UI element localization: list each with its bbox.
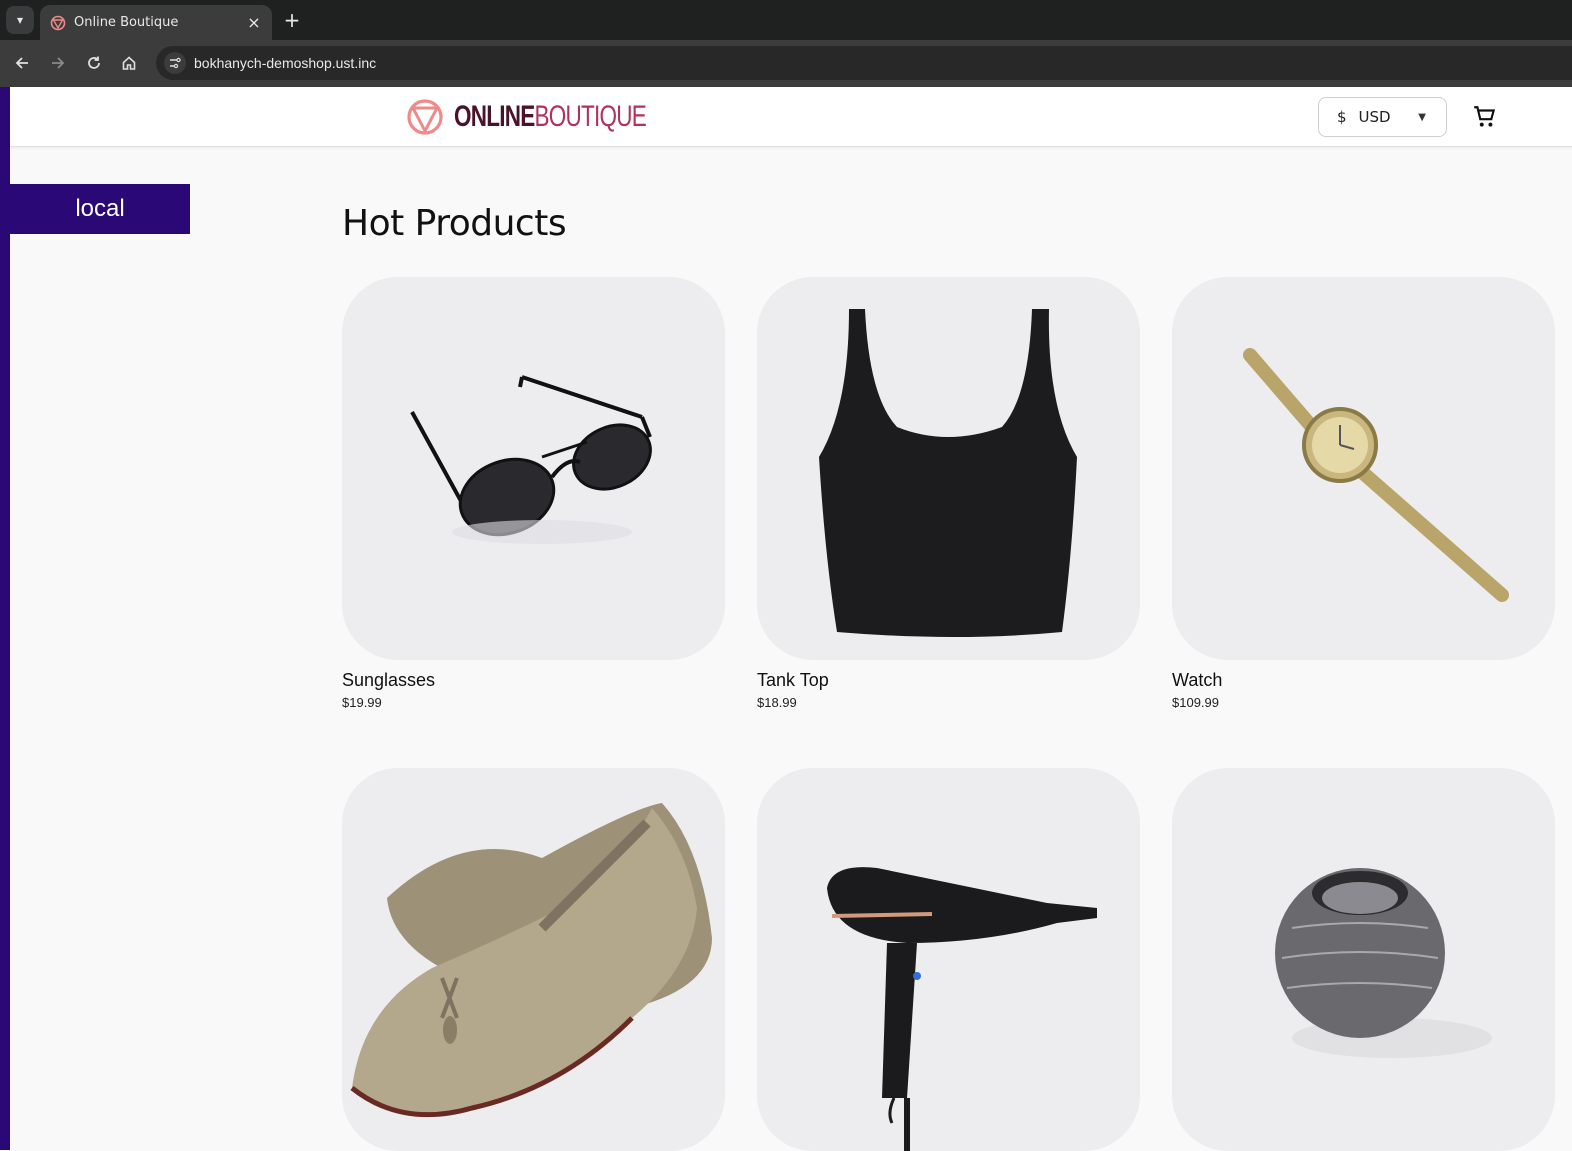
chevron-down-icon: ▾ [16,13,24,27]
browser-toolbar: bokhanych-demoshop.ust.inc [0,40,1572,87]
product-name[interactable]: Watch [1172,670,1556,691]
product-image[interactable] [342,768,725,1151]
address-bar[interactable]: bokhanych-demoshop.ust.inc [156,46,1572,80]
home-icon [122,56,136,70]
reload-button[interactable] [81,50,107,76]
section-title: Hot Products [342,203,567,244]
loafers-icon [342,768,725,1151]
browser-tabbar: ▾ Online Boutique × + [0,0,1572,40]
currency-symbol: $ [1337,108,1347,126]
currency-selector[interactable]: $ USD ▼ [1318,97,1447,137]
env-strip [0,87,10,1150]
product-image[interactable] [1172,277,1555,660]
cart-icon[interactable] [1472,104,1498,130]
sunglasses-icon [342,277,725,660]
product-card[interactable]: Sunglasses $19.99 [342,277,726,710]
tab-search-button[interactable]: ▾ [6,6,34,34]
product-card[interactable] [342,768,726,1151]
product-name[interactable]: Tank Top [757,670,1141,691]
page: ONLINEBOUTIQUE $ USD ▼ local Hot Product… [0,87,1572,1151]
arrow-right-icon [52,57,65,69]
product-card[interactable]: Watch $109.99 [1172,277,1556,710]
tab-title: Online Boutique [74,15,179,30]
url-text: bokhanych-demoshop.ust.inc [194,55,377,71]
close-tab-icon[interactable]: × [246,13,262,32]
new-tab-button[interactable]: + [280,8,304,32]
product-image[interactable] [342,277,725,660]
back-button[interactable] [9,50,35,76]
boutique-logo-icon [407,99,443,135]
product-price: $18.99 [757,695,797,710]
environment-badge: local [10,184,190,234]
forward-button[interactable] [45,50,71,76]
caret-down-icon: ▼ [1418,111,1426,123]
tank-top-icon [757,277,1140,660]
reload-icon [88,56,100,69]
boutique-favicon-icon [50,15,66,30]
product-image[interactable] [1172,768,1555,1151]
currency-code: USD [1358,108,1391,126]
site-header: ONLINEBOUTIQUE $ USD ▼ [10,87,1572,147]
browser-tab[interactable]: Online Boutique × [40,5,272,40]
product-name[interactable]: Sunglasses [342,670,726,691]
product-price: $19.99 [342,695,382,710]
product-card[interactable] [1172,768,1556,1151]
watch-icon [1172,277,1555,660]
arrow-left-icon [15,57,28,69]
product-image[interactable] [757,768,1140,1151]
product-card[interactable]: Tank Top $18.99 [757,277,1141,710]
logo-wordmark: ONLINEBOUTIQUE [454,100,647,133]
candle-holder-icon [1172,768,1555,1151]
home-button[interactable] [116,50,142,76]
site-logo[interactable]: ONLINEBOUTIQUE [406,96,710,138]
product-price: $109.99 [1172,695,1219,710]
site-info-icon[interactable] [164,52,186,74]
product-card[interactable] [757,768,1141,1151]
product-image[interactable] [757,277,1140,660]
hairdryer-icon [757,768,1140,1151]
